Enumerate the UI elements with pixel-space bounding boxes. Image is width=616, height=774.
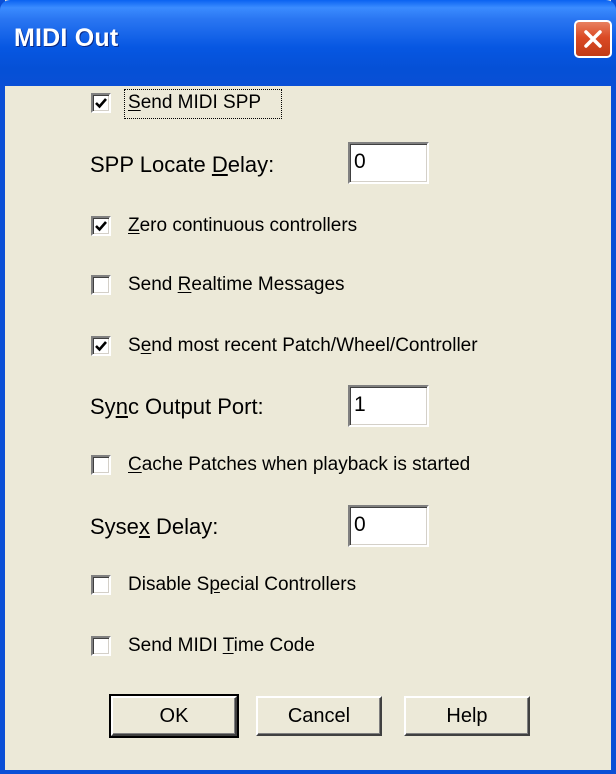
spp-locate-delay-field[interactable]: [348, 142, 429, 184]
send-recent-patch-label[interactable]: Send most recent Patch/Wheel/Controller: [128, 336, 478, 355]
disable-special-label[interactable]: Disable Special Controllers: [128, 575, 356, 594]
cancel-button[interactable]: Cancel: [256, 696, 382, 736]
send-mtc-checkbox[interactable]: [91, 636, 111, 656]
zero-controllers-label[interactable]: Zero continuous controllers: [128, 216, 357, 235]
ok-button[interactable]: OK: [109, 694, 239, 738]
sync-output-port-field[interactable]: [348, 385, 429, 427]
close-icon: [584, 30, 602, 48]
title-bar[interactable]: MIDI Out: [0, 0, 616, 86]
send-midi-spp-label[interactable]: Send MIDI SPP: [128, 93, 261, 112]
send-recent-patch-checkbox[interactable]: [91, 336, 111, 356]
checkmark-icon: [95, 98, 107, 109]
midi-out-dialog: MIDI Out Send MIDI SPP SPP Locate Delay:…: [0, 0, 616, 774]
zero-controllers-checkbox[interactable]: [91, 216, 111, 236]
close-button[interactable]: [574, 20, 612, 58]
sysex-delay-field[interactable]: [348, 505, 429, 547]
sync-output-port-label: Sync Output Port:: [90, 394, 264, 419]
checkmark-icon: [95, 341, 107, 352]
disable-special-checkbox[interactable]: [91, 575, 111, 595]
checkmark-icon: [95, 221, 107, 232]
window-title: MIDI Out: [14, 24, 119, 52]
send-realtime-label[interactable]: Send Realtime Messages: [128, 275, 345, 294]
sysex-delay-input[interactable]: [354, 511, 414, 539]
send-realtime-checkbox[interactable]: [91, 275, 111, 295]
cache-patches-label[interactable]: Cache Patches when playback is started: [128, 455, 470, 474]
help-button[interactable]: Help: [404, 696, 530, 736]
spp-locate-delay-label: SPP Locate Delay:: [90, 152, 275, 177]
sync-output-port-input[interactable]: [354, 391, 414, 419]
send-mtc-label[interactable]: Send MIDI Time Code: [128, 636, 315, 655]
cache-patches-checkbox[interactable]: [91, 455, 111, 475]
spp-locate-delay-input[interactable]: [354, 148, 414, 176]
send-midi-spp-checkbox[interactable]: [91, 93, 111, 113]
sysex-delay-label: Sysex Delay:: [90, 514, 219, 539]
